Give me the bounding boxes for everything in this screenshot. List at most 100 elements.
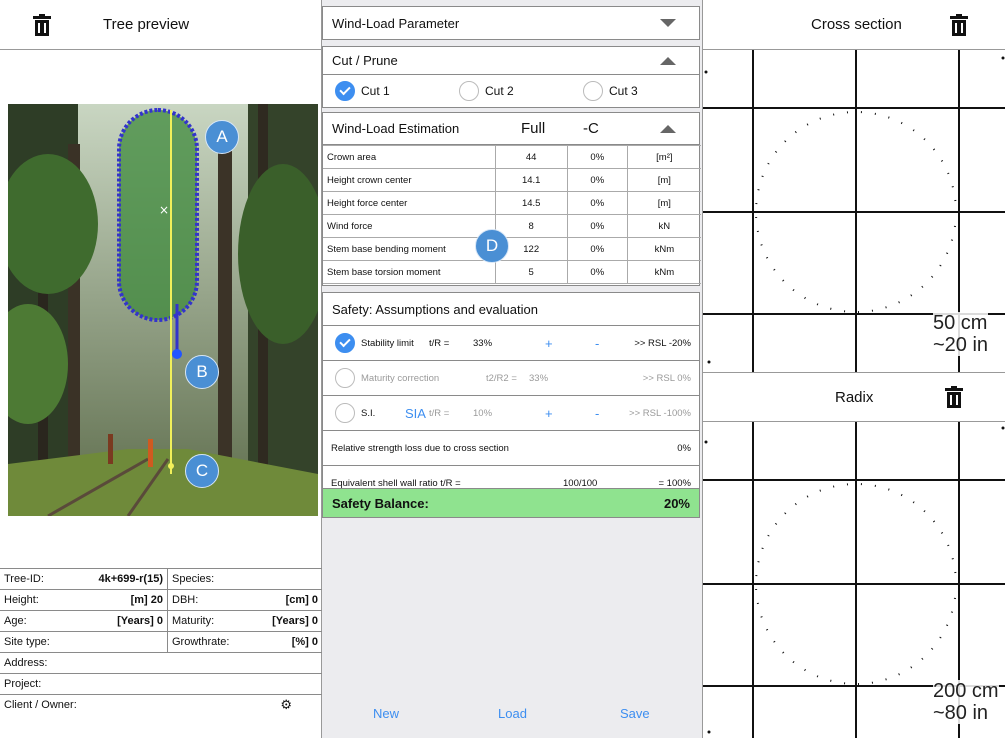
marker-a[interactable]: A (205, 120, 239, 154)
tree-preview-title: Tree preview (103, 16, 190, 33)
growthrate-label: Growthrate: (172, 636, 230, 648)
cross-section-scale: 50 cm ~20 in (933, 312, 989, 356)
row-unit: kNm (626, 237, 701, 261)
maturity-field[interactable]: Maturity: [Years] 0 (168, 611, 322, 631)
stability-limit-radio[interactable] (335, 333, 355, 353)
stability-pct: 33% (473, 337, 493, 349)
radix-header: Radix (703, 372, 1005, 422)
height-label: Height: (4, 594, 39, 606)
project-field[interactable]: Project: (0, 674, 322, 694)
row-pct: 0% (566, 191, 628, 215)
gear-icon[interactable]: ⚙ (280, 698, 292, 713)
row-pct: 0% (566, 237, 628, 261)
shell-wall-ratio-value: = 100% (658, 477, 692, 489)
trash-icon[interactable] (33, 13, 51, 36)
sia-button[interactable]: SIA (405, 406, 426, 421)
maturity-correction-radio[interactable] (335, 368, 355, 388)
row-pct: 0% (566, 168, 628, 192)
tree-id-label: Tree-ID: (4, 573, 44, 585)
stability-limit-row[interactable]: Stability limit t/R = 33% + - >> RSL -20… (323, 326, 699, 361)
cross-section-header: Cross section (703, 0, 1005, 50)
row-value: 5 (494, 260, 568, 284)
cut-prune-header[interactable]: Cut / Prune (323, 47, 699, 75)
safety-section: Safety: Assumptions and evaluation Stabi… (322, 292, 700, 518)
windload-estimation-header[interactable]: Wind-Load Estimation Full -C (323, 113, 699, 145)
row-label: Wind force (323, 214, 496, 238)
site-type-field[interactable]: Site type: (0, 632, 168, 652)
windload-estimation-section: Wind-Load Estimation Full -C Crown area 4… (322, 112, 701, 286)
client-owner-field[interactable]: Client / Owner: ⚙ (0, 695, 322, 715)
save-button[interactable]: Save (620, 706, 650, 721)
stability-rsl: >> RSL -20% (634, 337, 691, 349)
cut-1-radio[interactable] (335, 81, 355, 101)
cut-prune-section: Cut / Prune Cut 1 Cut 2 Cut 3 (322, 46, 700, 108)
trash-icon[interactable] (945, 386, 964, 408)
maturity-correction-label: Maturity correction (361, 372, 440, 384)
marker-b[interactable]: B (185, 355, 219, 389)
c-column-label: -C (583, 120, 599, 137)
age-value: [Years] 0 (117, 615, 163, 627)
tree-id-field[interactable]: Tree-ID: 4k+699-r(15) (0, 569, 168, 589)
row-label: Height force center (323, 191, 496, 215)
safety-header: Safety: Assumptions and evaluation (323, 293, 699, 326)
shell-wall-ratio: 100/100 (563, 477, 598, 489)
marker-d[interactable]: D (475, 229, 509, 263)
row-unit: kNm (626, 260, 701, 284)
maturity-correction-row[interactable]: Maturity correction t2/R2 = 33% >> RSL 0… (323, 361, 699, 396)
cut-2-radio[interactable] (459, 81, 479, 101)
row-value: 14.1 (494, 168, 568, 192)
table-row: Height crown center 14.1 0% [m] (323, 168, 701, 192)
cut-1-option[interactable]: Cut 1 (335, 81, 459, 101)
row-unit: [m] (626, 168, 701, 192)
row-value: 14.5 (494, 191, 568, 215)
height-field[interactable]: Height: [m] 20 (0, 590, 168, 610)
row-unit: [m] (626, 191, 701, 215)
table-row: Crown area 44 0% [m²] (323, 145, 701, 169)
relative-strength-loss-row: Relative strength loss due to cross sect… (323, 431, 699, 466)
row-label: Height crown center (323, 168, 496, 192)
windload-table: Crown area 44 0% [m²] Height crown center 14… (323, 145, 701, 284)
dbh-value: [cm] 0 (285, 594, 318, 606)
si-increase-button[interactable]: + (545, 406, 553, 421)
analysis-panel: Wind-Load Parameter Cut / Prune Cut 1 Cu… (322, 0, 702, 738)
load-button[interactable]: Load (498, 706, 527, 721)
sections-panel: Cross section 50 cm ~20 in Radix 200 cm … (702, 0, 1005, 738)
dbh-label: DBH: (172, 594, 199, 606)
tree-photo[interactable]: × A B C (8, 104, 318, 516)
si-decrease-button[interactable]: - (595, 406, 599, 421)
si-radio[interactable] (335, 403, 355, 423)
shell-wall-ratio-label: Equivalent shell wall ratio t/R = (331, 477, 461, 489)
stability-increase-button[interactable]: + (545, 336, 553, 351)
marker-c[interactable]: C (185, 454, 219, 488)
address-field[interactable]: Address: (0, 653, 322, 673)
new-button[interactable]: New (373, 706, 399, 721)
windload-parameter-dropdown[interactable]: Wind-Load Parameter (322, 6, 700, 40)
cut-3-radio[interactable] (583, 81, 603, 101)
trash-icon[interactable] (949, 13, 968, 36)
collapse-arrow-icon (660, 124, 676, 133)
si-row[interactable]: S.I. SIA t/R = 10% + - >> RSL -100% (323, 396, 699, 431)
radix-scale: 200 cm ~80 in (933, 680, 999, 724)
species-field[interactable]: Species: (168, 569, 322, 589)
age-field[interactable]: Age: [Years] 0 (0, 611, 168, 631)
cut-3-label: Cut 3 (609, 84, 638, 98)
safety-balance-label: Safety Balance: (332, 495, 429, 511)
stability-tr-label: t/R = (429, 337, 450, 349)
dbh-field[interactable]: DBH: [cm] 0 (168, 590, 322, 610)
row-pct: 0% (566, 214, 628, 238)
scale-cm: 200 cm (933, 680, 999, 702)
stability-decrease-button[interactable]: - (595, 336, 599, 351)
cut-3-option[interactable]: Cut 3 (583, 81, 638, 101)
row-unit: [m²] (626, 145, 701, 169)
svg-text:×: × (159, 203, 169, 217)
table-row: Wind force 8 0% kN (323, 214, 701, 238)
radix-plot[interactable]: 200 cm ~80 in (703, 422, 1005, 738)
relative-strength-loss-value: 0% (677, 442, 691, 454)
maturity-tr-label: t2/R2 = (486, 372, 517, 384)
table-row: Stem base torsion moment 5 0% kNm (323, 260, 701, 284)
scale-in: ~80 in (933, 702, 989, 724)
cut-2-option[interactable]: Cut 2 (459, 81, 583, 101)
growthrate-field[interactable]: Growthrate: [%] 0 (168, 632, 322, 652)
height-value: [m] 20 (130, 594, 163, 606)
cross-section-plot[interactable]: 50 cm ~20 in (703, 50, 1005, 372)
